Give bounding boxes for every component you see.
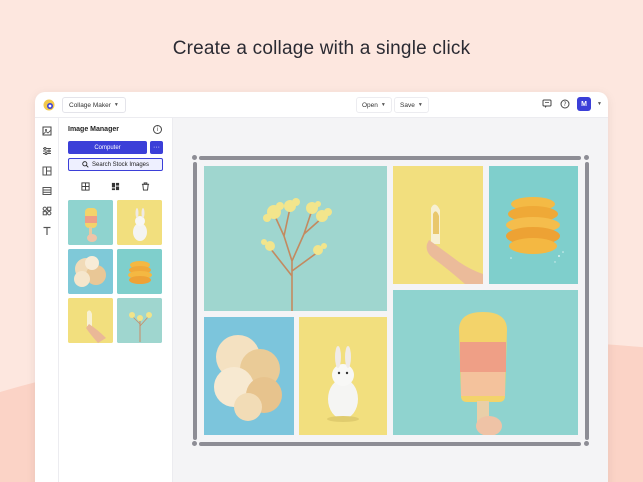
banana-image [68, 298, 113, 343]
thumbnail-orange-slices[interactable] [117, 249, 162, 294]
orange-slices-image [117, 249, 162, 294]
left-resize-handle[interactable] [193, 162, 197, 440]
top-resize-handle[interactable] [199, 156, 581, 160]
layout-tool-icon[interactable] [40, 164, 54, 178]
canvas-area [173, 118, 608, 482]
open-menu-button[interactable]: Open ▼ [356, 97, 392, 113]
rabbit-image [117, 200, 162, 245]
headline: Create a collage with a single click [172, 38, 471, 59]
search-stock-label: Search Stock Images [91, 161, 150, 168]
elements-tool-icon[interactable] [40, 204, 54, 218]
account-chevron-down-icon[interactable]: ▼ [597, 101, 602, 107]
banana-photo [393, 166, 483, 284]
more-sources-button[interactable]: ··· [150, 141, 163, 154]
collage-cell-rabbit[interactable] [299, 317, 387, 435]
cloud-photo [204, 317, 294, 435]
collage-cell-popsicle[interactable] [393, 290, 578, 435]
bottom-resize-handle[interactable] [199, 442, 581, 446]
adjust-tool-icon[interactable] [40, 144, 54, 158]
app-window: Collage Maker ▼ Open ▼ Save ▼ ? M ▼ Imag… [35, 92, 608, 482]
flowers-image [117, 298, 162, 343]
search-stock-images-button[interactable]: Search Stock Images [68, 158, 163, 171]
collage-cell-orange-slices[interactable] [489, 166, 578, 284]
app-logo-icon [43, 99, 55, 111]
help-icon[interactable]: ? [559, 98, 571, 110]
background-tool-icon[interactable] [40, 184, 54, 198]
thumbnail-flowers[interactable] [117, 298, 162, 343]
image-manager-panel: Image Manager i Computer ··· Search Stoc… [59, 118, 173, 482]
right-resize-handle[interactable] [585, 162, 589, 440]
thumbnail-rabbit[interactable] [117, 200, 162, 245]
flowers-photo [204, 166, 387, 311]
corner-handle-bottom-right[interactable] [584, 441, 589, 446]
thumbnail-banana[interactable] [68, 298, 113, 343]
panel-title: Image Manager [68, 126, 119, 133]
collage-cell-flowers[interactable] [204, 166, 387, 311]
search-icon [82, 161, 89, 168]
thumbnail-popsicle[interactable] [68, 200, 113, 245]
info-icon[interactable]: i [153, 125, 162, 134]
corner-handle-top-right[interactable] [584, 155, 589, 160]
save-label: Save [400, 101, 415, 109]
thumbnail-cloud[interactable] [68, 249, 113, 294]
corner-handle-top-left[interactable] [192, 155, 197, 160]
app-switcher-label: Collage Maker [69, 101, 111, 109]
chevron-down-icon: ▼ [113, 102, 119, 108]
collage-frame[interactable] [192, 155, 589, 446]
upload-row: Computer ··· [68, 141, 163, 154]
open-label: Open [362, 101, 378, 109]
masonry-view-icon[interactable] [110, 180, 122, 192]
app-switcher-dropdown[interactable]: Collage Maker ▼ [62, 97, 126, 113]
popsicle-image [68, 200, 113, 245]
tool-rail [35, 118, 59, 482]
upload-computer-button[interactable]: Computer [68, 141, 147, 154]
orange-slices-photo [489, 166, 578, 284]
popsicle-photo [393, 290, 578, 435]
top-right-actions: ? M ▼ [541, 97, 602, 111]
svg-text:?: ? [563, 101, 566, 108]
chevron-down-icon: ▼ [380, 102, 386, 108]
chevron-down-icon: ▼ [417, 102, 423, 108]
grid-view-icon[interactable] [80, 180, 92, 192]
trash-icon[interactable] [140, 180, 152, 192]
feedback-icon[interactable] [541, 98, 553, 110]
image-thumbnails [68, 200, 163, 343]
images-tool-icon[interactable] [40, 124, 54, 138]
rabbit-photo [299, 317, 387, 435]
collage-cell-cloud[interactable] [204, 317, 294, 435]
top-bar: Collage Maker ▼ Open ▼ Save ▼ ? M ▼ [35, 92, 608, 118]
avatar[interactable]: M [577, 97, 592, 111]
image-tools [68, 180, 163, 192]
corner-handle-bottom-left[interactable] [192, 441, 197, 446]
save-menu-button[interactable]: Save ▼ [394, 97, 429, 113]
collage-cell-banana[interactable] [393, 166, 483, 284]
cloud-image [68, 249, 113, 294]
text-tool-icon[interactable] [40, 224, 54, 238]
